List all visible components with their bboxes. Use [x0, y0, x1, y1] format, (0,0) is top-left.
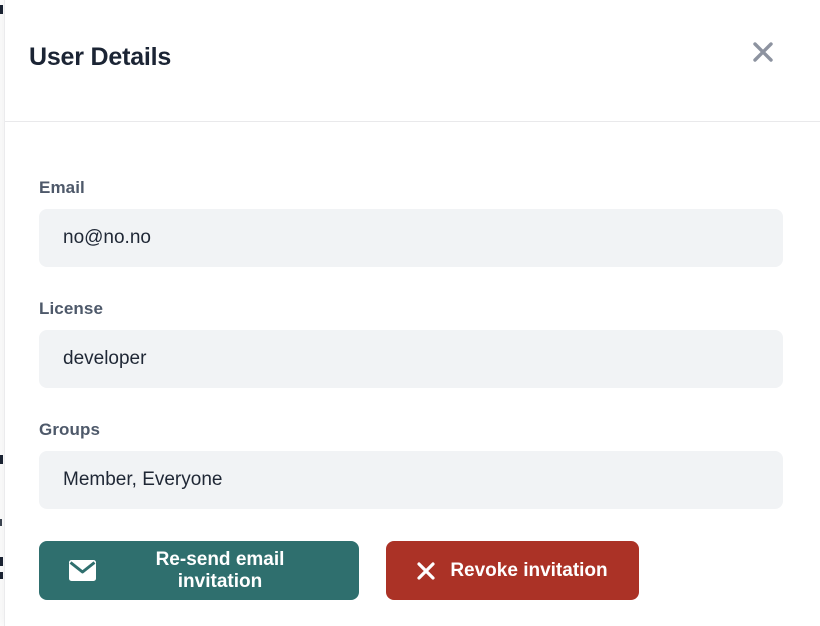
groups-field-group: Groups Member, Everyone [39, 420, 786, 509]
background-text-fragment [0, 455, 3, 464]
revoke-invitation-button[interactable]: Revoke invitation [386, 541, 639, 600]
resend-email-invitation-button[interactable]: Re-send email invitation [39, 541, 359, 600]
background-text-fragment [0, 557, 3, 566]
modal-title: User Details [29, 43, 171, 72]
email-field[interactable]: no@no.no [39, 209, 783, 267]
license-field-group: License developer [39, 299, 786, 388]
background-text-fragment [0, 5, 3, 14]
license-label: License [39, 299, 786, 319]
resend-button-label: Re-send email invitation [111, 549, 329, 593]
license-value: developer [63, 348, 146, 370]
close-button[interactable] [746, 37, 780, 71]
envelope-icon [69, 560, 96, 581]
modal-body: Email no@no.no License developer Groups … [5, 122, 820, 600]
background-text-fragment [0, 519, 2, 526]
close-icon [750, 39, 776, 68]
license-field[interactable]: developer [39, 330, 783, 388]
groups-value: Member, Everyone [63, 469, 222, 491]
background-text-fragment [0, 572, 3, 579]
email-field-group: Email no@no.no [39, 178, 786, 267]
x-icon [417, 562, 435, 580]
modal-header: User Details [5, 0, 820, 122]
groups-label: Groups [39, 420, 786, 440]
email-label: Email [39, 178, 786, 198]
revoke-button-label: Revoke invitation [450, 560, 607, 582]
user-details-modal: User Details Email no@no.no License deve… [4, 0, 820, 626]
action-buttons-row: Re-send email invitation Revoke invitati… [39, 541, 786, 600]
groups-field[interactable]: Member, Everyone [39, 451, 783, 509]
email-value: no@no.no [63, 227, 151, 249]
